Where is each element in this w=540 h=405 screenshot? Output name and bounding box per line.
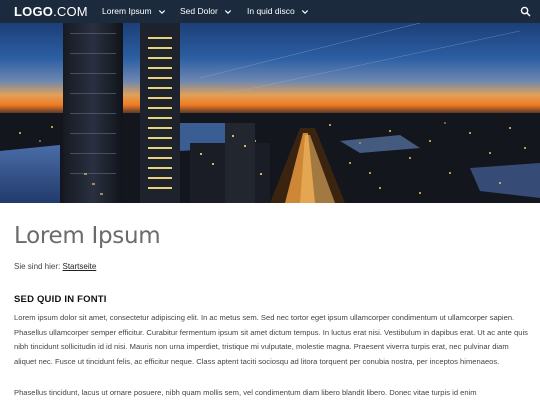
body-paragraph: Phasellus tincidunt, lacus ut ornare pos… xyxy=(14,388,477,397)
chevron-down-icon xyxy=(224,9,231,14)
nav-item-sed-dolor[interactable]: Sed Dolor xyxy=(180,6,232,17)
logo-suffix-text: .COM xyxy=(53,4,88,19)
logo-main-text: LOGO xyxy=(14,4,54,19)
page-title: Lorem Ipsum xyxy=(14,223,161,249)
section-heading: SED QUID IN FONTI xyxy=(14,294,107,305)
chevron-down-icon xyxy=(158,9,165,14)
city-skyline-image xyxy=(0,23,540,203)
nav-item-label: Lorem Ipsum xyxy=(102,6,152,16)
nav-item-lorem-ipsum[interactable]: Lorem Ipsum xyxy=(102,6,166,17)
breadcrumb: Sie sind hier: Startseite xyxy=(14,262,96,272)
top-navbar: LOGO.COM Lorem Ipsum Sed Dolor In quid d… xyxy=(0,0,540,23)
site-logo[interactable]: LOGO.COM xyxy=(14,4,88,19)
chevron-down-icon xyxy=(301,9,308,14)
nav-item-in-quid-disco[interactable]: In quid disco xyxy=(247,6,309,17)
breadcrumb-prefix: Sie sind hier: xyxy=(14,262,61,271)
search-icon[interactable] xyxy=(520,6,531,17)
nav-item-label: Sed Dolor xyxy=(180,6,218,16)
breadcrumb-link-startseite[interactable]: Startseite xyxy=(62,262,96,271)
nav-item-label: In quid disco xyxy=(247,6,295,16)
hero-image xyxy=(0,23,540,203)
body-paragraph: Lorem ipsum dolor sit amet, consectetur … xyxy=(14,313,528,366)
